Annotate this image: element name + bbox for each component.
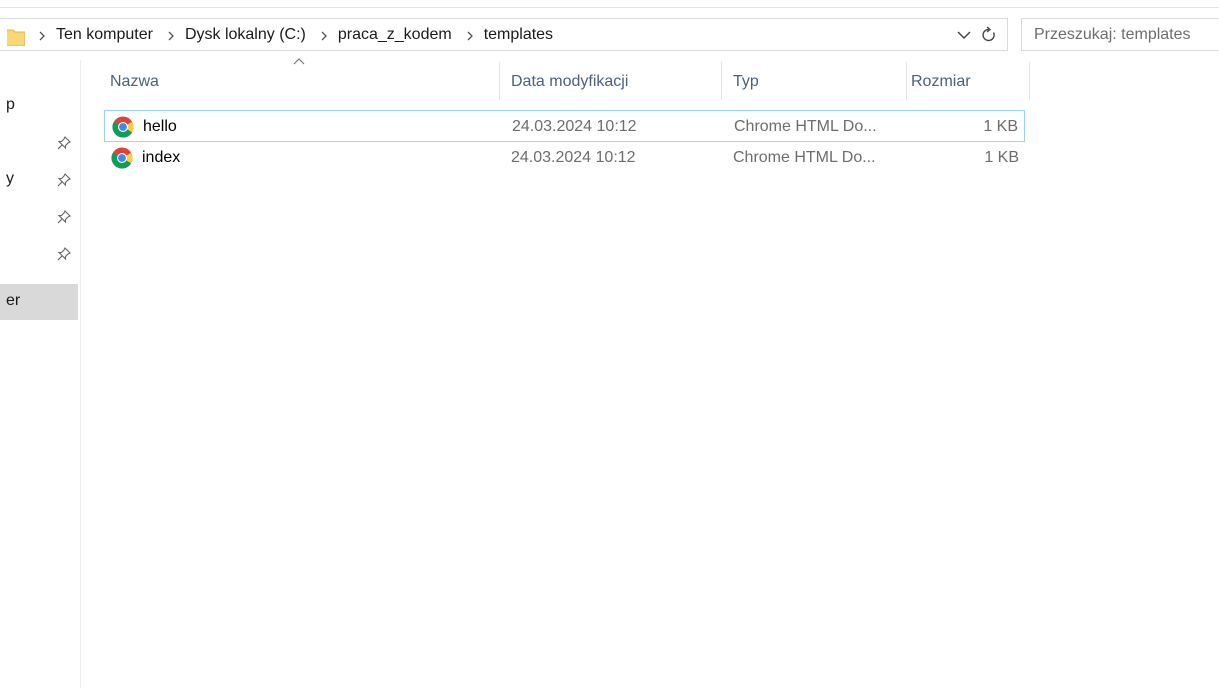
nav-item-label: p [6, 96, 15, 113]
chevron-down-icon[interactable] [956, 28, 972, 42]
column-separator[interactable] [721, 62, 722, 100]
chrome-icon [111, 147, 133, 169]
nav-item[interactable] [0, 236, 78, 272]
breadcrumb-item[interactable]: Ten komputer [56, 19, 153, 50]
column-separator[interactable] [1029, 62, 1030, 100]
breadcrumb-item[interactable]: templates [484, 19, 553, 50]
file-row[interactable]: hello 24.03.2024 10:12 Chrome HTML Do...… [104, 110, 1025, 142]
file-type: Chrome HTML Do... [733, 149, 876, 166]
column-header-label: Data modyfikacji [511, 73, 629, 90]
column-headers: Nazwa Data modyfikacji Typ Rozmiar [102, 58, 1032, 102]
file-size: 1 KB [984, 149, 1019, 166]
folder-icon [7, 29, 25, 46]
file-size: 1 KB [983, 118, 1018, 135]
navigation-pane: p y er [0, 51, 80, 688]
file-type: Chrome HTML Do... [734, 118, 877, 135]
address-bar[interactable]: Ten komputer Dysk lokalny (C:) praca_z_k… [0, 18, 1008, 51]
column-header-label: Rozmiar [911, 73, 971, 90]
nav-item[interactable] [0, 199, 78, 235]
nav-item[interactable]: y [0, 162, 78, 198]
window-top-border [0, 7, 1219, 8]
nav-item[interactable] [0, 125, 78, 161]
nav-item-label: er [6, 292, 21, 309]
chrome-icon [112, 116, 134, 138]
nav-item-label: y [6, 170, 14, 187]
pin-icon[interactable] [56, 135, 72, 151]
column-header-label: Nazwa [110, 73, 159, 90]
chevron-right-icon[interactable] [38, 29, 48, 41]
search-box[interactable] [1021, 18, 1219, 51]
pin-icon[interactable] [56, 172, 72, 188]
file-date: 24.03.2024 10:12 [512, 118, 637, 135]
column-header-label: Typ [733, 73, 759, 90]
column-header-name[interactable]: Nazwa [102, 62, 499, 102]
column-header-size[interactable]: Rozmiar [903, 62, 1028, 102]
search-input[interactable] [1034, 19, 1219, 50]
column-header-type[interactable]: Typ [725, 62, 906, 102]
chevron-right-icon[interactable] [167, 29, 177, 41]
breadcrumb-item[interactable]: Dysk lokalny (C:) [185, 19, 306, 50]
pin-icon[interactable] [56, 246, 72, 262]
breadcrumb-item[interactable]: praca_z_kodem [338, 19, 452, 50]
nav-item-selected[interactable]: er [0, 284, 78, 320]
file-row[interactable]: index 24.03.2024 10:12 Chrome HTML Do...… [104, 142, 1025, 174]
chevron-right-icon[interactable] [320, 29, 330, 41]
column-header-date[interactable]: Data modyfikacji [503, 62, 721, 102]
chevron-right-icon[interactable] [466, 29, 476, 41]
column-separator[interactable] [499, 62, 500, 100]
nav-item[interactable]: p [0, 88, 78, 124]
pin-icon[interactable] [56, 209, 72, 225]
file-date: 24.03.2024 10:12 [511, 149, 636, 166]
file-name: index [142, 149, 181, 166]
file-name: hello [143, 118, 177, 135]
breadcrumb: Ten komputer Dysk lokalny (C:) praca_z_k… [38, 19, 567, 50]
nav-pane-divider[interactable] [80, 60, 81, 688]
refresh-icon[interactable] [980, 26, 998, 44]
